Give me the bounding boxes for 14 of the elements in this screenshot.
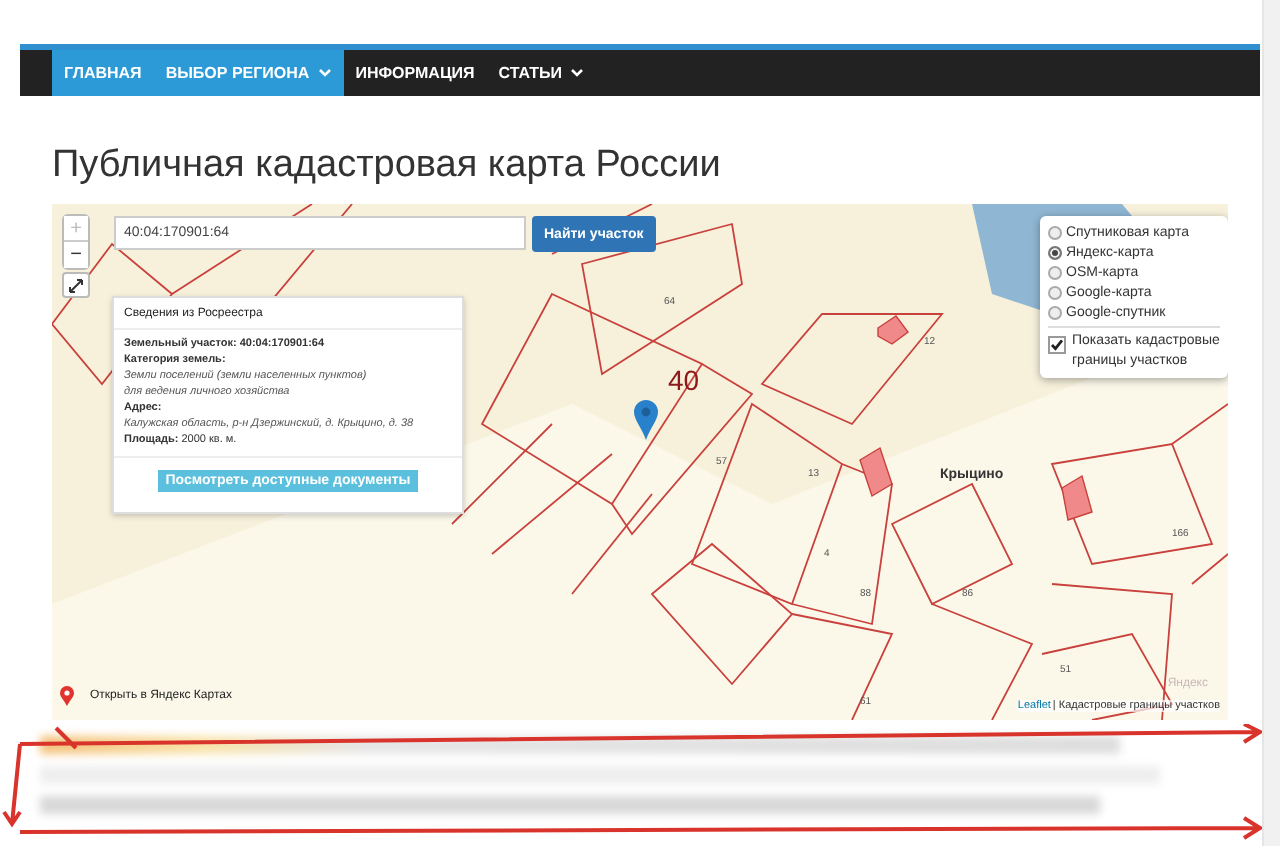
nav-item[interactable]: СТАТЬИ (486, 50, 597, 96)
fullscreen-button[interactable] (62, 272, 90, 298)
expand-icon (68, 277, 84, 293)
scrollbar[interactable] (1262, 0, 1280, 846)
map-pin-icon (60, 686, 74, 706)
radio-button[interactable] (1048, 245, 1062, 259)
nav-item[interactable]: ИНФОРМАЦИЯ (343, 50, 487, 96)
radio-button[interactable] (1048, 225, 1062, 239)
radio-button[interactable] (1048, 305, 1062, 319)
map-pin-icon[interactable] (634, 400, 658, 440)
checkbox[interactable] (1048, 336, 1066, 354)
page-title: Публичная кадастровая карта России (52, 144, 723, 190)
radio-button[interactable] (1048, 265, 1062, 279)
radio-button[interactable] (1048, 285, 1062, 299)
